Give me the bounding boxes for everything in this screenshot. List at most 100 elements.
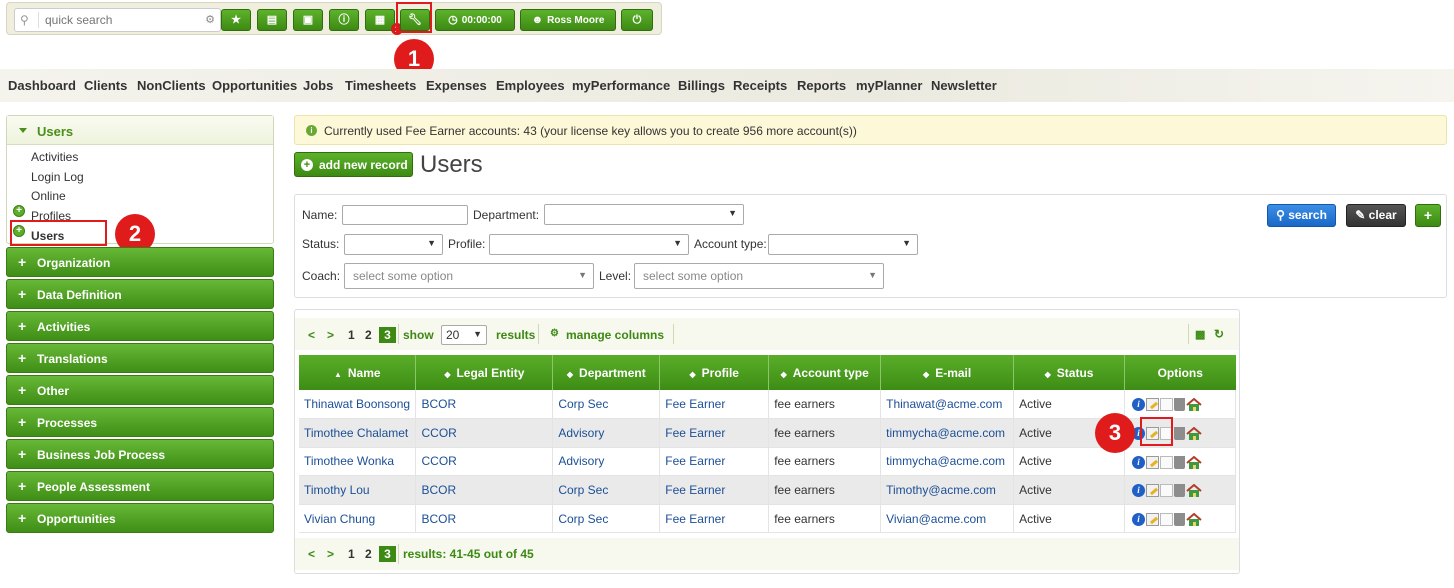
save-icon[interactable]: ▩ [1195, 328, 1205, 341]
menu-myperformance[interactable]: myPerformance [572, 78, 670, 93]
edit-icon[interactable] [1146, 484, 1159, 498]
prev-page-button[interactable]: < [308, 328, 315, 342]
sidebar-item-login-log[interactable]: Login Log [31, 170, 84, 184]
expand-plus-icon[interactable]: + [13, 205, 25, 217]
menu-myplanner[interactable]: myPlanner [856, 78, 922, 93]
logout-button[interactable]: ⏻ [621, 9, 653, 31]
cell-profile[interactable]: Fee Earner [659, 504, 770, 534]
user-button[interactable]: ☻ Ross Moore [520, 9, 616, 31]
coach-select[interactable]: select some option ▼ [344, 263, 594, 289]
sidebar-section-activities[interactable]: + Activities [6, 311, 274, 341]
cell-name[interactable]: Timothee Wonka [299, 447, 417, 477]
sidebar-section-business-job-process[interactable]: + Business Job Process [6, 439, 274, 469]
house-icon[interactable] [1186, 455, 1202, 469]
trash-icon[interactable] [1174, 398, 1185, 412]
sidebar-users-header[interactable]: Users [7, 116, 273, 145]
menu-reports[interactable]: Reports [797, 78, 846, 93]
edit-icon[interactable] [1146, 512, 1159, 526]
cell-name[interactable]: Thinawat Boonsong [299, 390, 417, 420]
house-icon[interactable] [1186, 483, 1202, 498]
copy-icon[interactable] [1160, 398, 1173, 412]
cell-legal-entity[interactable]: CCOR [415, 447, 554, 477]
cell-email[interactable]: Thinawat@acme.com [880, 390, 1015, 420]
trash-icon[interactable] [1174, 455, 1185, 469]
cell-legal-entity[interactable]: CCOR [415, 418, 554, 448]
house-icon[interactable] [1186, 512, 1202, 526]
column-header-status[interactable]: ◆ Status [1013, 355, 1125, 390]
page-size-select[interactable]: 20 ▼ [441, 325, 487, 345]
gear-icon[interactable]: ⚙ [205, 13, 215, 26]
page-1-link[interactable]: 1 [348, 547, 355, 561]
status-select[interactable]: ▼ [344, 234, 443, 255]
menu-employees[interactable]: Employees [496, 78, 565, 93]
table-row[interactable]: Timothy Lou BCOR Corp Sec Fee Earner fee ear… [299, 475, 1236, 505]
sidebar-section-other[interactable]: + Other [6, 375, 274, 405]
sidebar-item-online[interactable]: Online [31, 189, 66, 203]
timer-button[interactable]: ◷ 00:00:00 [435, 9, 515, 31]
cell-name[interactable]: Timothy Lou [299, 475, 417, 505]
quick-search-box[interactable]: ⚲ ⚙ [14, 8, 221, 32]
column-header-email[interactable]: ◆ E-mail [880, 355, 1015, 390]
add-new-record-button[interactable]: + add new record [294, 152, 413, 177]
trash-icon[interactable] [1174, 427, 1185, 441]
sidebar-section-data-definition[interactable]: + Data Definition [6, 279, 274, 309]
cell-email[interactable]: timmycha@acme.com [880, 418, 1015, 448]
sidebar-section-opportunities[interactable]: + Opportunities [6, 503, 274, 533]
column-header-legal-entity[interactable]: ◆ Legal Entity [415, 355, 554, 390]
name-input[interactable] [342, 205, 468, 225]
copy-icon[interactable] [1160, 455, 1173, 469]
cell-profile[interactable]: Fee Earner [659, 475, 770, 505]
info-button[interactable]: ⓘ [329, 9, 359, 31]
sidebar-item-activities[interactable]: Activities [31, 150, 78, 164]
menu-clients[interactable]: Clients [84, 78, 127, 93]
account-type-select[interactable]: ▼ [768, 234, 918, 255]
menu-newsletter[interactable]: Newsletter [931, 78, 997, 93]
copy-icon[interactable] [1160, 484, 1173, 498]
cell-email[interactable]: Timothy@acme.com [880, 475, 1015, 505]
add-filter-button[interactable]: + [1415, 204, 1441, 227]
card-button[interactable]: ▣ [293, 9, 323, 31]
edit-icon[interactable] [1146, 455, 1159, 469]
cell-profile[interactable]: Fee Earner [659, 390, 770, 420]
page-3-current[interactable]: 3 [379, 327, 396, 343]
cell-department[interactable]: Corp Sec [552, 504, 661, 534]
next-page-button[interactable]: > [327, 328, 334, 342]
trash-icon[interactable] [1174, 512, 1185, 526]
table-row[interactable]: Thinawat Boonsong BCOR Corp Sec Fee Earner f… [299, 390, 1236, 420]
menu-nonclients[interactable]: NonClients [137, 78, 206, 93]
prev-page-button[interactable]: < [308, 547, 315, 561]
profile-select[interactable]: ▼ [489, 234, 689, 255]
cell-department[interactable]: Advisory [552, 418, 661, 448]
menu-dashboard[interactable]: Dashboard [8, 78, 76, 93]
menu-expenses[interactable]: Expenses [426, 78, 487, 93]
column-header-name[interactable]: ▲ Name [299, 355, 417, 390]
copy-icon[interactable] [1160, 512, 1173, 526]
cell-email[interactable]: Vivian@acme.com [880, 504, 1015, 534]
sidebar-section-processes[interactable]: + Processes [6, 407, 274, 437]
info-icon[interactable]: i [1132, 512, 1145, 526]
edit-icon[interactable] [1146, 398, 1159, 412]
house-icon[interactable] [1186, 426, 1202, 441]
page-3-current[interactable]: 3 [379, 546, 396, 562]
info-icon[interactable]: i [1132, 455, 1145, 469]
info-icon[interactable]: i [1132, 398, 1145, 412]
table-row[interactable]: Vivian Chung BCOR Corp Sec Fee Earner fee ea… [299, 504, 1236, 534]
table-row[interactable]: Timothee Wonka CCOR Advisory Fee Earner fee … [299, 447, 1236, 477]
cell-department[interactable]: Advisory [552, 447, 661, 477]
clear-button[interactable]: ✎ clear [1346, 204, 1406, 227]
house-icon[interactable] [1186, 397, 1202, 412]
menu-jobs[interactable]: Jobs [303, 78, 333, 93]
notes-button[interactable]: ▤ [257, 9, 287, 31]
cell-legal-entity[interactable]: BCOR [415, 504, 554, 534]
cell-department[interactable]: Corp Sec [552, 475, 661, 505]
sidebar-section-translations[interactable]: + Translations [6, 343, 274, 373]
level-select[interactable]: select some option ▼ [634, 263, 884, 289]
cell-name[interactable]: Timothee Chalamet [299, 418, 417, 448]
column-header-account-type[interactable]: ◆ Account type [768, 355, 882, 390]
cell-email[interactable]: timmycha@acme.com [880, 447, 1015, 477]
cell-profile[interactable]: Fee Earner [659, 418, 770, 448]
cell-name[interactable]: Vivian Chung [299, 504, 417, 534]
sidebar-section-people-assessment[interactable]: + People Assessment [6, 471, 274, 501]
search-button[interactable]: ⚲ search [1267, 204, 1336, 227]
next-page-button[interactable]: > [327, 547, 334, 561]
